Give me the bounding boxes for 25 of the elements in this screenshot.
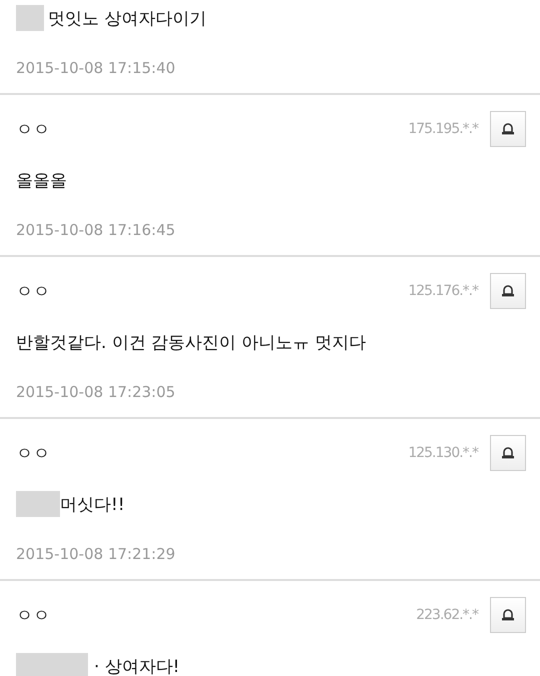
ip-address: 125.130.*.*	[408, 445, 478, 461]
comment-date: 2015-10-08 17:23:05	[16, 382, 176, 403]
comment-text: 멋잇노 상여자다이기	[48, 8, 206, 30]
comment-text: 올올올	[16, 170, 67, 192]
comment-text: 머싯다!!	[60, 494, 125, 516]
report-button[interactable]	[490, 597, 526, 633]
report-button[interactable]	[490, 273, 526, 309]
comment-author: ㅇㅇ	[16, 280, 51, 302]
bell-icon	[501, 609, 515, 621]
comment-date: 2015-10-08 17:21:29	[16, 544, 176, 565]
comment-author: ㅇㅇ	[16, 604, 51, 626]
comment-text: · 상여자다!	[94, 656, 180, 676]
ip-address: 125.176.*.*	[408, 283, 478, 299]
ip-address: 175.195.*.*	[408, 121, 478, 137]
comment-text: 반할것같다. 이건 감동사진이 아니노ㅠ 멋지다	[16, 332, 366, 354]
comment-date: 2015-10-08 17:15:40	[16, 58, 176, 79]
bell-icon	[501, 447, 515, 459]
comment-author: ㅇㅇ	[16, 442, 51, 464]
comment-date: 2015-10-08 17:16:45	[16, 220, 176, 241]
comment-author: ㅇㅇ	[16, 118, 51, 140]
bell-icon	[501, 285, 515, 297]
report-button[interactable]	[490, 111, 526, 147]
ip-address: 223.62.*.*	[416, 607, 478, 623]
report-button[interactable]	[490, 435, 526, 471]
bell-icon	[501, 123, 515, 135]
